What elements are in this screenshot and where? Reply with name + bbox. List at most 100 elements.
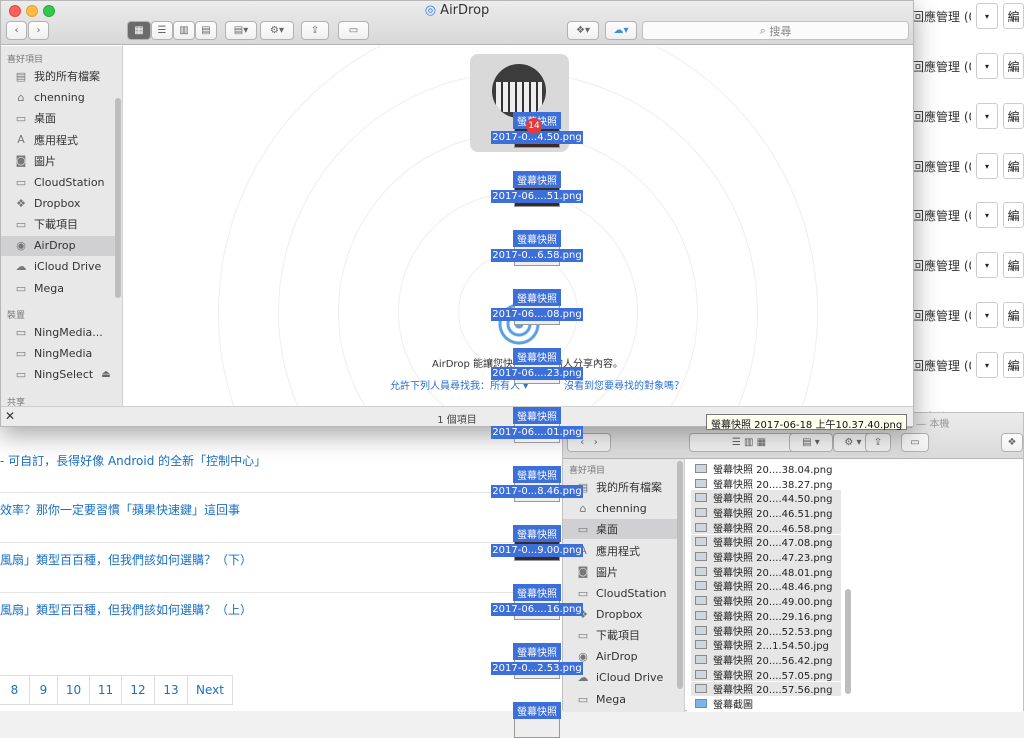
sidebar-scrollbar[interactable]: [677, 461, 683, 689]
edit-button[interactable]: 編: [1002, 252, 1024, 278]
sidebar-item-chenning[interactable]: ⌂ chenning: [1, 87, 121, 107]
share-button[interactable]: ⇪: [865, 433, 891, 452]
edit-button[interactable]: 編: [1002, 352, 1024, 378]
gear-icon: ⚙▾: [270, 25, 284, 36]
edit-button[interactable]: 編: [1002, 103, 1024, 129]
airdrop-icon: ◉: [16, 239, 26, 253]
dropdown-button[interactable]: ▾: [976, 352, 998, 378]
sidebar-item--[interactable]: A 應用程式: [1, 130, 121, 150]
file-list-scrollbar[interactable]: [845, 589, 851, 694]
article-link-4[interactable]: 風扇」類型百百種，但我們該如何選購？（上）: [0, 601, 560, 618]
edit-button[interactable]: 編: [1002, 302, 1024, 328]
sidebar-item-icloud-drive[interactable]: ☁ iCloud Drive: [1, 257, 121, 277]
manage-comments-link[interactable]: 回應管理 (0): [912, 307, 971, 324]
tag-button[interactable]: ▭: [338, 21, 369, 40]
sidebar-item--[interactable]: ▭ 下載項目: [1, 214, 121, 234]
sidebar-item--[interactable]: ◙ 圖片: [1, 151, 121, 171]
edit-button[interactable]: 編: [1002, 3, 1024, 29]
sidebar-item[interactable]: ⌂ chenning: [563, 498, 683, 518]
dropbox-button[interactable]: ❖▾: [567, 21, 599, 40]
manage-comments-link[interactable]: 回應管理 (0): [912, 357, 971, 374]
page-10[interactable]: 10: [58, 675, 90, 705]
sidebar-item-airdrop[interactable]: ◉ AirDrop: [1, 235, 121, 256]
page-11[interactable]: 11: [90, 675, 122, 705]
sidebar-item-dropbox[interactable]: ❖ Dropbox: [1, 193, 121, 213]
sidebar-item-mega[interactable]: ▭ Mega: [1, 278, 121, 298]
tag-button[interactable]: ▭: [901, 433, 929, 452]
file-name: 螢幕快照 20....52.53.png: [713, 626, 833, 638]
sidebar-scrollbar[interactable]: [115, 98, 121, 298]
article-link-1[interactable]: - 可自訂，長得好像 Android 的全新「控制中心」: [0, 452, 560, 469]
edit-button[interactable]: 編: [1002, 53, 1024, 79]
manage-comments-link[interactable]: 回應管理 (0): [912, 257, 971, 274]
share-button[interactable]: ⇪: [301, 21, 329, 40]
page-9[interactable]: 9: [30, 675, 58, 705]
back-button[interactable]: ‹: [6, 21, 27, 40]
file-item[interactable]: 螢幕快照 20....57.05.png: [691, 666, 841, 682]
image-file-icon: [695, 654, 707, 664]
file-item[interactable]: 螢幕快照 20....56.42.png: [691, 652, 841, 667]
dropdown-button[interactable]: ▾: [976, 53, 998, 79]
sidebar-item--[interactable]: ▭ 桌面: [1, 108, 121, 128]
sidebar-icon: ⌂: [579, 501, 587, 515]
page-12[interactable]: 12: [122, 675, 155, 705]
file-item[interactable]: 螢幕快照 20....38.27.png: [691, 476, 841, 491]
article-link-2[interactable]: 效率？那你一定要習慣「蘋果快速鍵」這回事: [0, 501, 560, 518]
file-item[interactable]: 螢幕快照 20....52.53.png: [691, 622, 841, 638]
file-item[interactable]: 螢幕快照 20....48.01.png: [691, 563, 841, 579]
list-view-button[interactable]: ☰: [151, 21, 173, 40]
file-item[interactable]: 螢幕快照 20....57.56.png: [691, 681, 841, 696]
cover-flow-button[interactable]: ▤: [195, 21, 217, 40]
sidebar-device-item[interactable]: ▭ NingMedia: [1, 343, 121, 363]
dropdown-button[interactable]: ▾: [976, 103, 998, 129]
file-item[interactable]: 螢幕快照 20....47.23.png: [691, 549, 841, 564]
list-view-icon[interactable]: ☰ ▥ ▦: [732, 437, 766, 448]
dropdown-button[interactable]: ▾: [976, 302, 998, 328]
edit-button[interactable]: 編: [1002, 202, 1024, 228]
file-item[interactable]: 螢幕快照 20....46.51.png: [691, 505, 841, 520]
manage-comments-link[interactable]: 回應管理 (0): [912, 108, 971, 125]
eject-icon[interactable]: ⏏: [101, 369, 110, 380]
forward-button[interactable]: ›: [28, 21, 49, 40]
page-13[interactable]: 13: [155, 675, 188, 705]
dropdown-button[interactable]: ▾: [976, 252, 998, 278]
manage-comments-link[interactable]: 回應管理 (0): [912, 158, 971, 175]
sidebar-item-cloudstation[interactable]: ▭ CloudStation: [1, 172, 121, 192]
dropdown-button[interactable]: ▾: [976, 153, 998, 179]
sidebar-item-label: CloudStation: [596, 586, 667, 600]
sidebar-device-item[interactable]: ▭ NingMedia...: [1, 322, 121, 342]
article-link-3[interactable]: 風扇」類型百百種，但我們該如何選購？（下）: [0, 551, 560, 568]
dropbox-button[interactable]: ❖: [1001, 433, 1023, 452]
sidebar-device-item[interactable]: ▭ NingSelect ⏏: [1, 364, 121, 384]
icon-view-button[interactable]: ▦: [127, 21, 151, 40]
file-item[interactable]: 螢幕快照 20....38.04.png: [691, 461, 841, 476]
forward-icon[interactable]: ›: [594, 437, 598, 448]
column-view-button[interactable]: ▥: [173, 21, 195, 40]
file-item[interactable]: 螢幕快照 20....29.16.png: [691, 608, 841, 623]
file-item[interactable]: 螢幕快照 20....49.00.png: [691, 593, 841, 608]
sidebar-item[interactable]: ◙ 圖片: [563, 562, 683, 582]
dropdown-button[interactable]: ▾: [976, 3, 998, 29]
file-item[interactable]: 螢幕快照 20....44.50.png: [691, 490, 841, 505]
icloud-button[interactable]: ☁▾: [605, 21, 637, 40]
arrange-button[interactable]: ▤ ▾: [789, 433, 833, 452]
dropdown-button[interactable]: ▾: [976, 202, 998, 228]
action-button[interactable]: ⚙▾: [260, 21, 294, 40]
file-item[interactable]: 螢幕快照 20....48.46.png: [691, 578, 841, 593]
manage-comments-link[interactable]: 回應管理 (0): [912, 58, 971, 75]
discoverable-text[interactable]: 允許下列人員尋找我：所有人: [390, 381, 520, 392]
folder-icon: ▭: [15, 175, 27, 189]
folder-item[interactable]: 螢幕截圖: [691, 696, 841, 711]
page-8[interactable]: 8: [0, 675, 30, 705]
file-name: 螢幕截圖: [713, 700, 753, 712]
file-item[interactable]: 螢幕快照 20....46.58.png: [691, 519, 841, 535]
search-field[interactable]: ⌕ 搜尋: [642, 21, 909, 40]
sidebar-item--[interactable]: ▤ 我的所有檔案: [1, 66, 121, 86]
next-page-link[interactable]: Next: [188, 675, 233, 705]
edit-button[interactable]: 編: [1002, 153, 1024, 179]
manage-comments-link[interactable]: 回應管理 (0): [912, 8, 971, 25]
file-item[interactable]: 螢幕快照 2...1.54.50.jpg: [691, 637, 841, 652]
arrange-button[interactable]: ▤▾: [225, 21, 257, 40]
manage-comments-link[interactable]: 回應管理 (0): [912, 207, 971, 224]
file-item[interactable]: 螢幕快照 20....47.08.png: [691, 534, 841, 549]
